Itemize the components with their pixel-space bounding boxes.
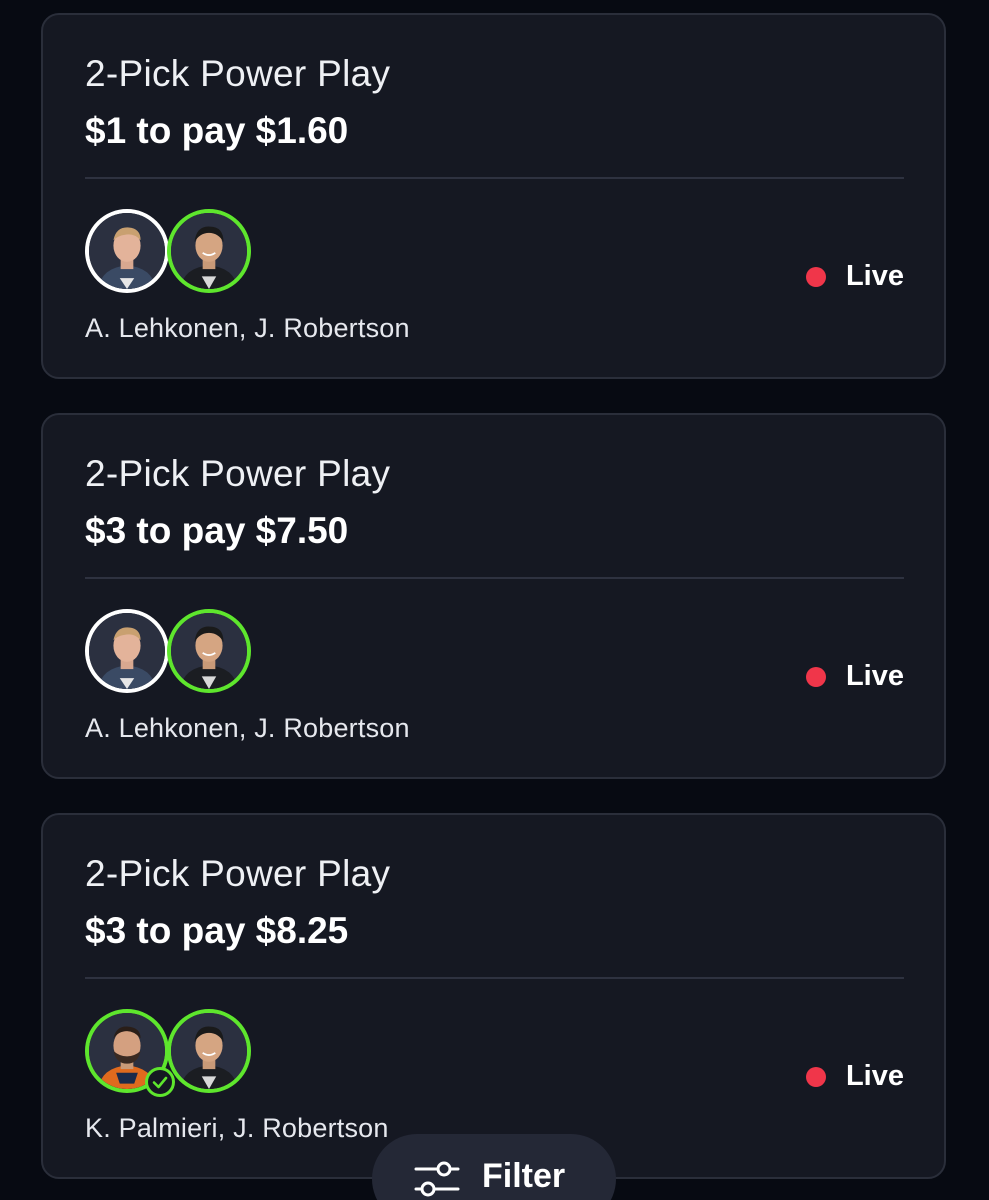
entry-title: 2-Pick Power Play (85, 853, 391, 894)
entry-card[interactable]: 2-Pick Power Play $3 to pay $7.50 A. Leh… (41, 413, 946, 779)
sliders-icon (414, 1159, 460, 1199)
player-headshot-icon (171, 213, 247, 289)
status-label: Live (845, 660, 904, 692)
filter-button[interactable]: Filter (372, 1134, 616, 1200)
live-status: Live (805, 260, 904, 293)
player-avatars (85, 1009, 265, 1099)
live-dot-icon (805, 266, 826, 287)
player-avatar-robertson (167, 209, 251, 293)
entry-card[interactable]: 2-Pick Power Play $1 to pay $1.60 A. Leh… (41, 13, 946, 379)
player-headshot-icon (171, 613, 247, 689)
entries-list: 2-Pick Power Play $1 to pay $1.60 A. Leh… (0, 0, 989, 1200)
player-headshot-icon (89, 613, 165, 689)
entry-payout: $3 to pay $8.25 (85, 910, 349, 951)
player-avatars (85, 209, 265, 299)
player-avatars (85, 609, 265, 699)
player-avatar-lehkonen (85, 609, 169, 693)
player-names: A. Lehkonen, J. Robertson (85, 313, 410, 343)
player-names: A. Lehkonen, J. Robertson (85, 713, 410, 743)
divider (85, 977, 904, 979)
divider (85, 577, 904, 579)
checkmark-icon (145, 1067, 175, 1097)
player-avatar-lehkonen (85, 209, 169, 293)
live-dot-icon (805, 666, 826, 687)
divider (85, 177, 904, 179)
entry-payout: $1 to pay $1.60 (85, 110, 349, 151)
entry-title: 2-Pick Power Play (85, 53, 391, 94)
filter-label: Filter (482, 1156, 566, 1195)
entry-card[interactable]: 2-Pick Power Play $3 to pay $8.25 K. Pal… (41, 813, 946, 1179)
player-headshot-icon (89, 213, 165, 289)
player-headshot-icon (171, 1013, 247, 1089)
player-names: K. Palmieri, J. Robertson (85, 1113, 389, 1143)
player-avatar-robertson (167, 1009, 251, 1093)
live-dot-icon (805, 1066, 826, 1087)
player-avatar-robertson (167, 609, 251, 693)
live-status: Live (805, 1060, 904, 1093)
status-label: Live (845, 260, 904, 292)
entry-payout: $3 to pay $7.50 (85, 510, 349, 551)
status-label: Live (845, 1060, 904, 1092)
entry-title: 2-Pick Power Play (85, 453, 391, 494)
live-status: Live (805, 660, 904, 693)
